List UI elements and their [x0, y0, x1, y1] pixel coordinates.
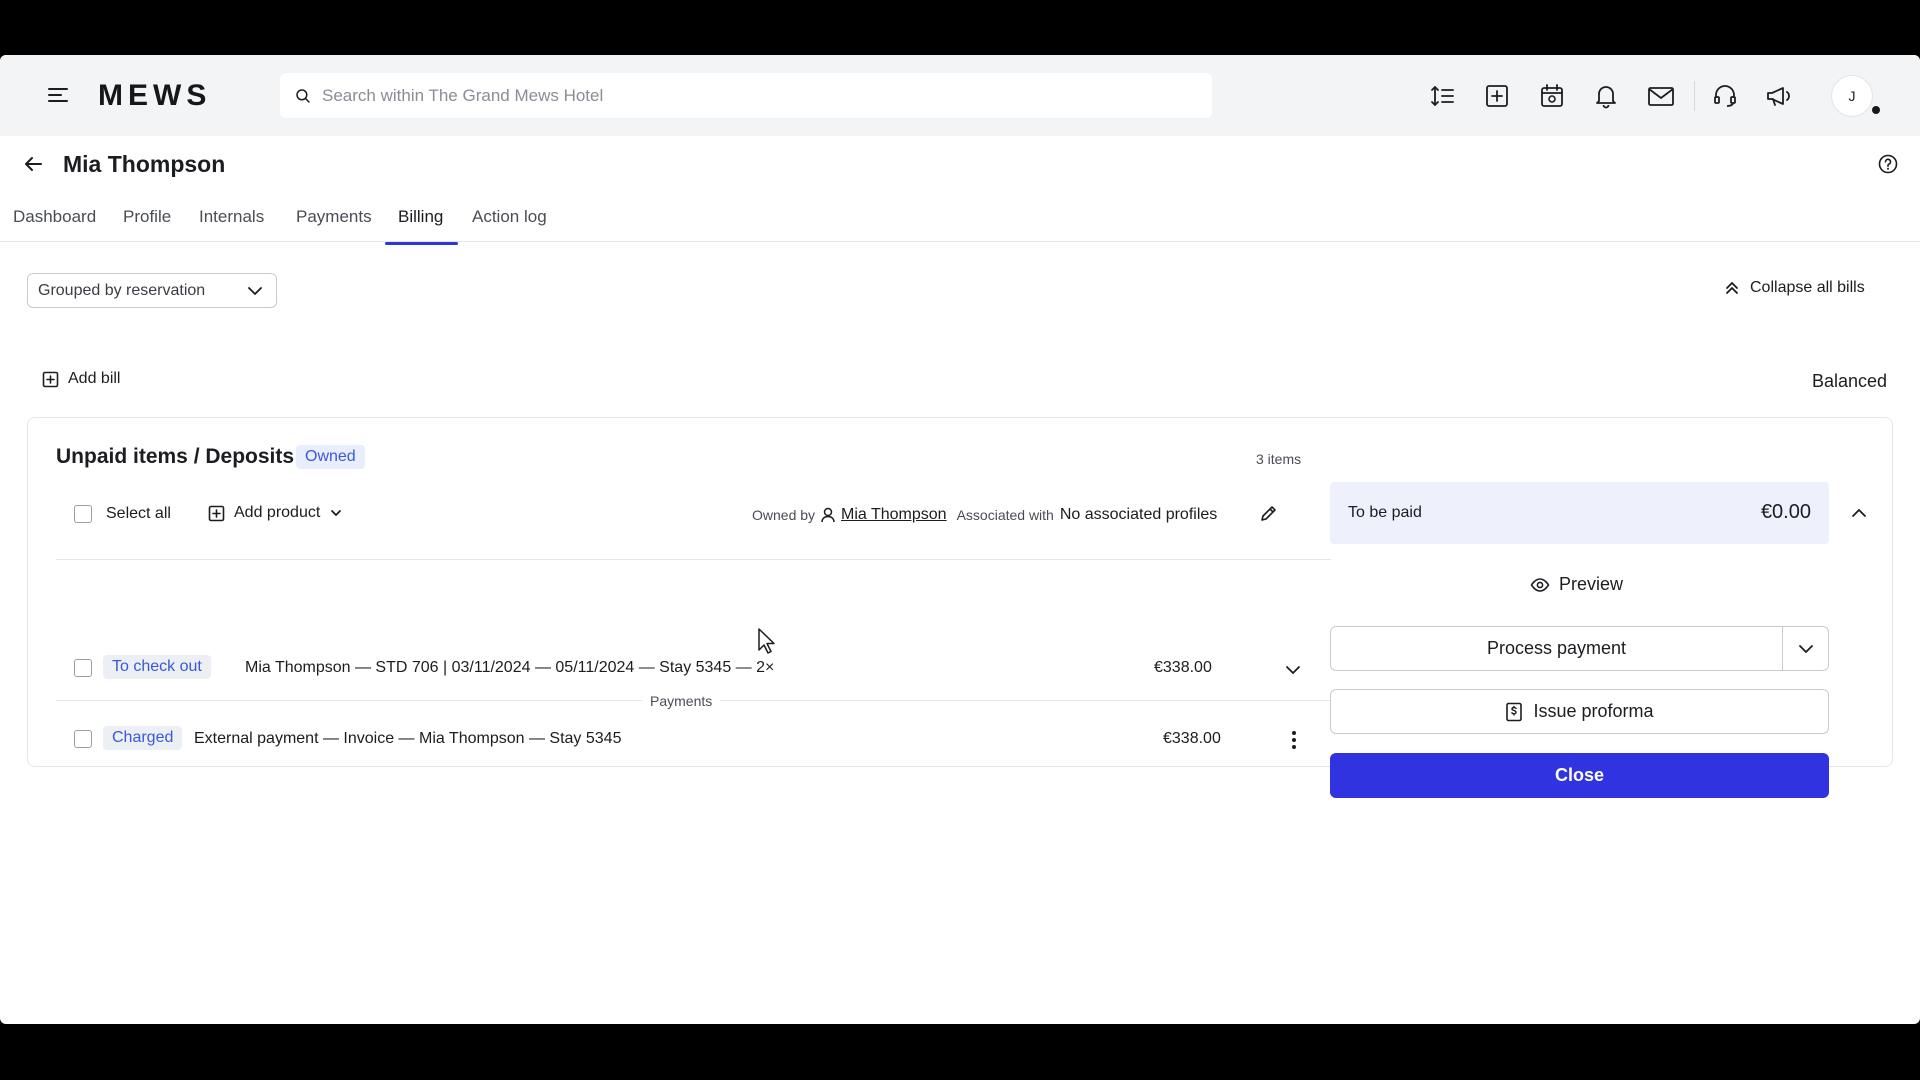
- owner-link[interactable]: Mia Thompson: [841, 506, 947, 524]
- grouping-select[interactable]: Grouped by reservation: [27, 273, 277, 308]
- status-dot: [1870, 104, 1882, 116]
- back-arrow-icon[interactable]: [22, 153, 44, 175]
- bill-title: Unpaid items / Deposits: [56, 445, 295, 468]
- collapse-all-bills-button[interactable]: Collapse all bills: [1724, 279, 1865, 297]
- add-square-icon: [208, 505, 225, 521]
- process-payment-dropdown[interactable]: [1782, 626, 1829, 671]
- tab-billing[interactable]: Billing: [398, 191, 443, 242]
- tab-profile[interactable]: Profile: [123, 191, 171, 242]
- sort-list-icon[interactable]: [1429, 82, 1457, 110]
- select-all-checkbox[interactable]: [74, 505, 92, 523]
- megaphone-icon[interactable]: [1765, 82, 1793, 110]
- chevron-down-icon: [331, 510, 342, 516]
- mail-icon[interactable]: [1647, 82, 1675, 110]
- associated-value: No associated profiles: [1059, 506, 1218, 523]
- item-amount: €338.00: [1154, 659, 1212, 676]
- top-bar: MEWS J: [0, 55, 1920, 136]
- add-bill-button[interactable]: Add bill: [42, 370, 120, 388]
- item-description: Mia Thompson — STD 706 | 03/11/2024 — 05…: [245, 659, 775, 676]
- payment-description: External payment — Invoice — Mia Thompso…: [194, 730, 622, 747]
- person-icon: [821, 507, 835, 523]
- more-options-icon[interactable]: [1288, 729, 1300, 751]
- profile-tabs: Dashboard Profile Internals Payments Bil…: [0, 191, 1920, 242]
- bill-ownership: Owned by Mia Thompson Associated with No…: [752, 506, 1217, 524]
- menu-icon[interactable]: [46, 83, 70, 107]
- search-icon: [296, 88, 310, 103]
- support-icon[interactable]: [1711, 82, 1739, 110]
- row-checkbox[interactable]: [74, 659, 92, 677]
- app-window: MEWS J Mia Thompson: [0, 55, 1920, 1024]
- issue-proforma-label: Issue proforma: [1533, 701, 1654, 721]
- add-product-button[interactable]: Add product: [208, 504, 343, 522]
- tab-payments[interactable]: Payments: [296, 191, 372, 242]
- select-all-label: Select all: [106, 505, 171, 522]
- preview-button[interactable]: Preview: [1530, 574, 1623, 595]
- page-title: Mia Thompson: [63, 151, 226, 177]
- chevron-down-icon: [1798, 644, 1813, 653]
- add-bill-label: Add bill: [68, 370, 121, 387]
- status-badge: Charged: [103, 726, 183, 750]
- app-logo[interactable]: MEWS: [98, 79, 211, 113]
- calendar-view-icon[interactable]: [1538, 82, 1566, 110]
- status-badge: To check out: [103, 655, 211, 679]
- owned-by-label: Owned by: [752, 507, 816, 523]
- toolbar-divider: [1694, 81, 1695, 111]
- to-be-paid-amount: €0.00: [1760, 501, 1811, 523]
- balance-status: Balanced: [1812, 371, 1888, 391]
- user-avatar[interactable]: J: [1831, 75, 1873, 117]
- process-payment-button[interactable]: Process payment: [1330, 626, 1783, 671]
- row-checkbox[interactable]: [74, 730, 92, 748]
- tab-action-log[interactable]: Action log: [472, 191, 547, 242]
- add-product-label: Add product: [234, 504, 321, 521]
- search-bar[interactable]: [280, 73, 1212, 118]
- active-tab-indicator: [385, 242, 458, 245]
- tab-internals[interactable]: Internals: [199, 191, 264, 242]
- add-square-icon: [42, 371, 59, 387]
- chevron-down-icon[interactable]: [1283, 660, 1303, 680]
- pencil-icon[interactable]: [1258, 504, 1278, 524]
- grouping-value: Grouped by reservation: [38, 281, 206, 299]
- bell-icon[interactable]: [1592, 82, 1620, 110]
- close-bill-button[interactable]: Close: [1330, 753, 1829, 798]
- eye-icon: [1530, 577, 1550, 592]
- preview-label: Preview: [1559, 574, 1624, 594]
- mouse-cursor-icon: [757, 627, 779, 655]
- chevron-down-icon: [246, 282, 264, 300]
- owned-badge: Owned: [296, 445, 365, 469]
- header-divider: [56, 559, 1331, 560]
- issue-proforma-button[interactable]: Issue proforma: [1330, 689, 1829, 734]
- double-chevron-up-icon: [1726, 282, 1738, 294]
- help-icon[interactable]: [1877, 153, 1899, 175]
- items-count: 3 items: [1256, 451, 1302, 467]
- associated-label: Associated with: [956, 507, 1054, 523]
- collapse-all-label: Collapse all bills: [1750, 279, 1865, 296]
- add-square-icon[interactable]: [1483, 82, 1511, 110]
- payments-section-label: Payments: [642, 693, 721, 709]
- tab-dashboard[interactable]: Dashboard: [13, 191, 96, 242]
- chevron-up-icon[interactable]: [1848, 502, 1870, 524]
- document-dollar-icon: [1506, 702, 1523, 721]
- payment-amount: €338.00: [1163, 730, 1221, 747]
- to-be-paid-label: To be paid: [1348, 504, 1422, 521]
- search-input[interactable]: [322, 85, 1182, 106]
- to-be-paid-box: To be paid €0.00: [1330, 482, 1829, 544]
